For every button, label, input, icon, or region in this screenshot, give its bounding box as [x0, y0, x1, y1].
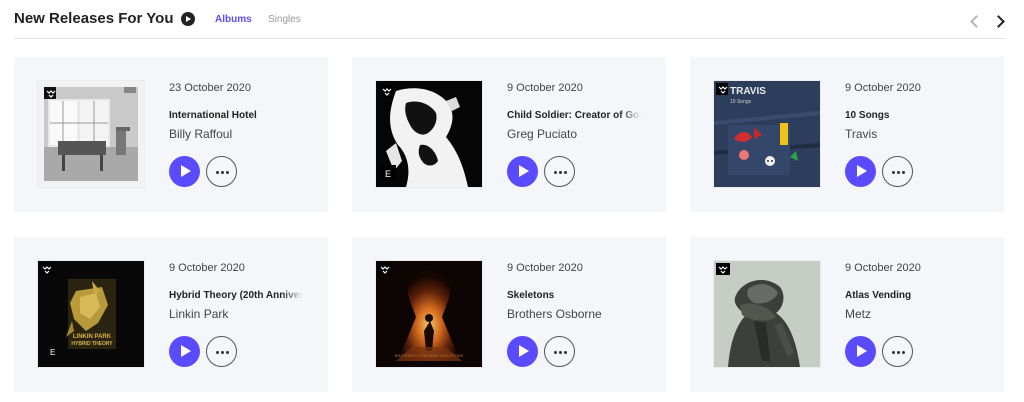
section-title[interactable]: New Releases For You	[14, 10, 174, 27]
album-cover-art: LINKIN PARK HYBRID THEORY E	[38, 261, 144, 367]
album-cover[interactable]	[714, 261, 820, 367]
album-cover[interactable]: LINKIN PARK HYBRID THEORY E	[38, 261, 144, 367]
album-cover-art: TRAVIS 10 Songs	[714, 81, 820, 187]
album-title[interactable]: Atlas Vending	[845, 290, 979, 301]
artist-name[interactable]: Billy Raffoul	[169, 127, 232, 141]
release-card[interactable]: 23 October 2020 International Hotel Bill…	[14, 57, 328, 212]
album-title[interactable]: Hybrid Theory (20th Anniversary Edition)	[169, 290, 303, 301]
circle-arrow-right-icon[interactable]	[180, 11, 195, 26]
release-date: 23 October 2020	[169, 82, 251, 94]
play-button[interactable]	[169, 156, 200, 187]
release-date: 9 October 2020	[845, 82, 921, 94]
tab-albums[interactable]: Albums	[215, 14, 252, 25]
album-title[interactable]: Child Soldier: Creator of God	[507, 110, 641, 121]
release-date: 9 October 2020	[845, 262, 921, 274]
release-card[interactable]: TRAVIS 10 Songs 9 October 2020 10 Songs …	[690, 57, 1004, 212]
release-card[interactable]: LINKIN PARK HYBRID THEORY E 9 October 20…	[14, 237, 328, 392]
section-header: New Releases For You Albums Singles	[14, 0, 1006, 39]
release-card[interactable]: 9 October 2020 Atlas Vending Metz	[690, 237, 1004, 392]
album-cover-art: E	[376, 81, 482, 187]
more-options-button[interactable]	[544, 336, 575, 367]
more-options-button[interactable]	[882, 336, 913, 367]
artist-name[interactable]: Metz	[845, 307, 871, 321]
release-date: 9 October 2020	[507, 262, 583, 274]
tab-singles[interactable]: Singles	[268, 14, 301, 25]
more-options-button[interactable]	[544, 156, 575, 187]
play-button[interactable]	[169, 336, 200, 367]
play-button[interactable]	[507, 336, 538, 367]
album-cover-art	[38, 81, 144, 187]
album-cover[interactable]: TRAVIS 10 Songs	[714, 81, 820, 187]
explicit-badge: E	[50, 348, 55, 357]
cover-text: BROTHERS OSBORNE SKELETONS	[395, 353, 464, 358]
explicit-badge: E	[385, 169, 391, 179]
album-cover[interactable]	[38, 81, 144, 187]
play-button[interactable]	[845, 156, 876, 187]
chevron-right-icon[interactable]	[992, 13, 1008, 29]
album-title[interactable]: International Hotel	[169, 110, 303, 121]
section-title-link[interactable]: New Releases For You	[14, 10, 195, 27]
play-button[interactable]	[507, 156, 538, 187]
artist-name[interactable]: Greg Puciato	[507, 127, 577, 141]
cover-text: 10 Songs	[730, 99, 752, 105]
album-title[interactable]: Skeletons	[507, 290, 641, 301]
artist-name[interactable]: Travis	[845, 127, 877, 141]
release-card[interactable]: E 9 October 2020 Child Soldier: Creator …	[352, 57, 666, 212]
cover-text: HYBRID THEORY	[71, 341, 113, 347]
release-date: 9 October 2020	[169, 262, 245, 274]
cover-text: TRAVIS	[730, 86, 766, 97]
more-options-button[interactable]	[206, 336, 237, 367]
album-cover-art: BROTHERS OSBORNE SKELETONS	[376, 261, 482, 367]
album-cover-art	[714, 261, 820, 367]
play-button[interactable]	[845, 336, 876, 367]
artist-name[interactable]: Brothers Osborne	[507, 307, 602, 321]
album-title[interactable]: 10 Songs	[845, 110, 979, 121]
more-options-button[interactable]	[882, 156, 913, 187]
release-card[interactable]: BROTHERS OSBORNE SKELETONS 9 October 202…	[352, 237, 666, 392]
release-date: 9 October 2020	[507, 82, 583, 94]
album-cover[interactable]: E	[376, 81, 482, 187]
more-options-button[interactable]	[206, 156, 237, 187]
chevron-left-icon[interactable]	[967, 13, 983, 29]
cover-text: LINKIN PARK	[73, 334, 112, 340]
album-cover[interactable]: BROTHERS OSBORNE SKELETONS	[376, 261, 482, 367]
artist-name[interactable]: Linkin Park	[169, 307, 228, 321]
